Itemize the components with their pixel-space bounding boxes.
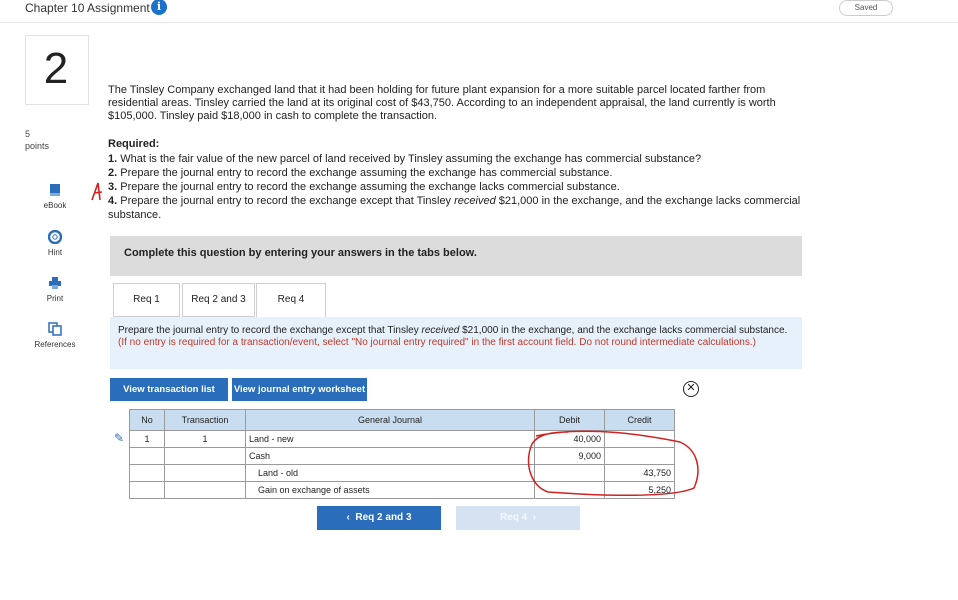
saved-badge: Saved bbox=[839, 0, 893, 16]
row-transaction bbox=[164, 481, 246, 499]
col-transaction: Transaction bbox=[164, 409, 246, 431]
row-no: 1 bbox=[129, 430, 165, 448]
view-worksheet-button[interactable]: View journal entry worksheet bbox=[232, 378, 367, 401]
account-field[interactable]: Land - old bbox=[245, 464, 535, 482]
book-icon bbox=[50, 184, 60, 196]
tabs-intro-text: Complete this question by entering your … bbox=[124, 247, 477, 259]
tab-req-1[interactable]: Req 1 bbox=[113, 283, 180, 317]
view-transaction-list-button[interactable]: View transaction list bbox=[110, 378, 228, 401]
row-no bbox=[129, 447, 165, 465]
sidebar-item-ebook[interactable]: eBook bbox=[25, 183, 85, 210]
sidebar-label-print: Print bbox=[46, 294, 64, 303]
account-field[interactable]: Cash bbox=[245, 447, 535, 465]
points-label: points bbox=[25, 141, 50, 151]
row-transaction: 1 bbox=[164, 430, 246, 448]
assignment-title: Chapter 10 Assignment bbox=[25, 1, 150, 15]
required-label: Required: bbox=[108, 138, 160, 150]
close-icon[interactable]: ✕ bbox=[683, 381, 699, 397]
tab-req-4[interactable]: Req 4 bbox=[256, 283, 326, 318]
row-transaction bbox=[164, 447, 246, 465]
row-no bbox=[129, 481, 165, 499]
points: 5 points bbox=[25, 128, 49, 152]
row-no bbox=[129, 464, 165, 482]
prev-req-button[interactable]: ‹ Req 2 and 3 bbox=[317, 506, 441, 530]
edit-pencil-icon[interactable]: ✎ bbox=[114, 431, 128, 445]
sidebar-label-hint: Hint bbox=[47, 248, 63, 257]
points-value: 5 bbox=[25, 129, 31, 139]
instruction-text: Prepare the journal entry to record the … bbox=[118, 325, 788, 348]
account-field[interactable]: Gain on exchange of assets bbox=[245, 481, 535, 499]
sidebar-item-hint[interactable]: Hint bbox=[25, 229, 85, 257]
problem-text: The Tinsley Company exchanged land that … bbox=[108, 84, 776, 122]
copy-icon bbox=[48, 322, 62, 336]
sidebar-item-print[interactable]: Print bbox=[25, 276, 85, 303]
requirements-list: 1. What is the fair value of the new par… bbox=[108, 152, 808, 222]
requirement-1: 1. What is the fair value of the new par… bbox=[108, 153, 702, 165]
sidebar-item-references[interactable]: References bbox=[25, 322, 85, 349]
sidebar-label-references: References bbox=[34, 340, 76, 349]
col-general-journal: General Journal bbox=[245, 409, 535, 431]
next-req-button[interactable]: Req 4 › bbox=[456, 506, 580, 530]
col-no: No bbox=[129, 409, 165, 431]
annotation-circle bbox=[527, 430, 699, 497]
tab-req-2-and-3[interactable]: Req 2 and 3 bbox=[182, 283, 255, 317]
requirement-3: 3. Prepare the journal entry to record t… bbox=[108, 181, 620, 193]
lifebuoy-icon bbox=[47, 229, 63, 245]
row-transaction bbox=[164, 464, 246, 482]
question-number: 2 bbox=[43, 44, 69, 93]
requirement-2: 2. Prepare the journal entry to record t… bbox=[108, 167, 613, 179]
requirement-4: 4. Prepare the journal entry to record t… bbox=[108, 195, 801, 221]
instruction-note: (If no entry is required for a transacti… bbox=[118, 337, 756, 348]
account-field[interactable]: Land - new bbox=[245, 430, 535, 448]
sidebar-label-ebook: eBook bbox=[43, 201, 67, 210]
printer-icon bbox=[49, 277, 61, 289]
handwritten-mark-icon bbox=[91, 182, 103, 201]
